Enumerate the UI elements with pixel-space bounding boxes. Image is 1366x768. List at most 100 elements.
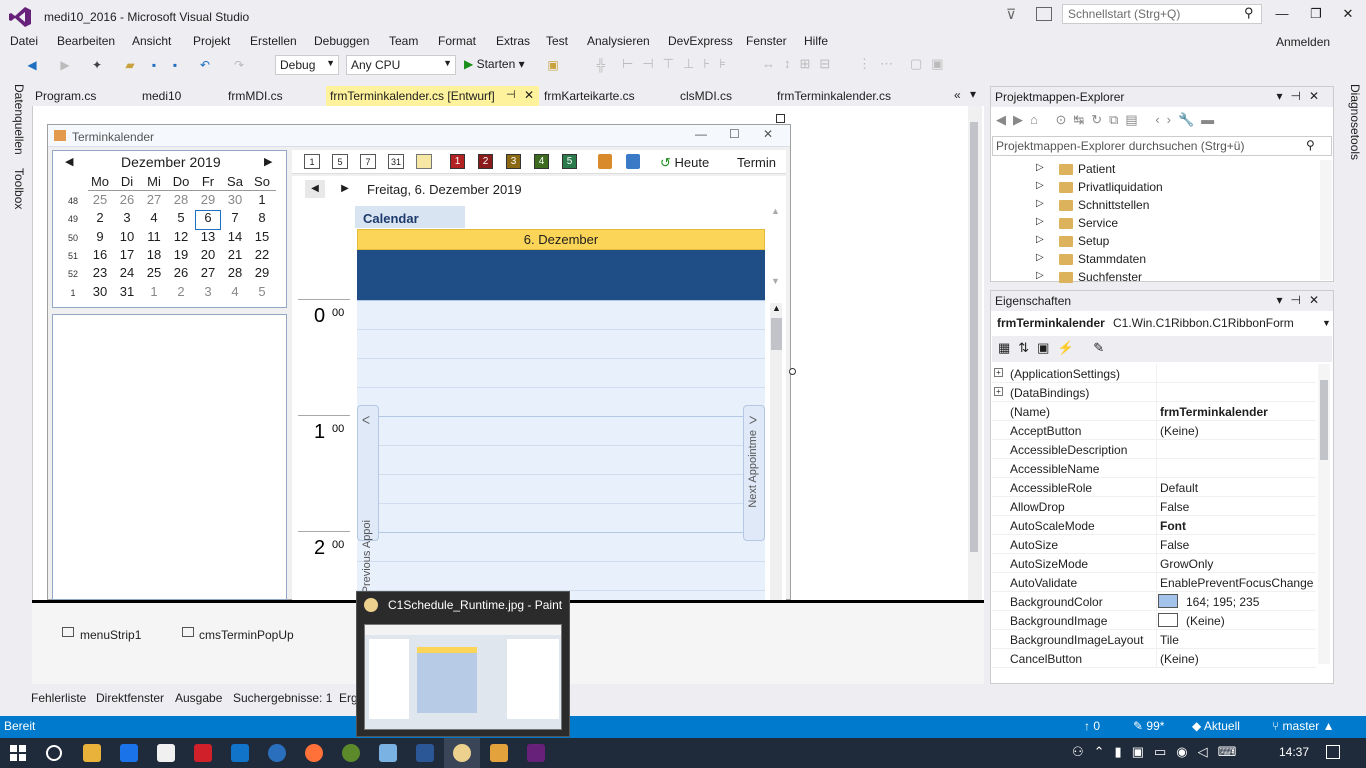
status-edits[interactable]: ✎ 99* [1133,719,1164,733]
menu-test[interactable]: Test [546,34,568,48]
remote-desktop-icon[interactable] [379,744,397,762]
today-button[interactable]: ↺ Heute [660,155,709,171]
tray-icons[interactable]: ⚇⌃▮▣▭◉◁⌨ [1072,744,1246,760]
day-cell[interactable]: 13 [195,229,221,244]
redo-icon[interactable]: ↷ [232,58,246,72]
quicklaunch-input[interactable]: Schnellstart (Strg+Q) [1062,4,1262,24]
view-icon[interactable]: 31 [388,154,404,169]
tree-item-folder[interactable]: Suchfenster [1078,270,1142,284]
appointment-button[interactable]: Termin [737,155,776,170]
search-icon[interactable]: ⚲ [1306,138,1315,152]
tray-cmsterminpopup[interactable]: cmsTerminPopUp [199,628,294,642]
day-cell[interactable]: 30 [87,284,113,299]
allday-scroll[interactable]: ▲ ▼ [771,206,781,296]
word-icon[interactable] [416,744,434,762]
tree-item-folder[interactable]: Stammdaten [1078,252,1146,266]
status-repo[interactable]: ◆ Aktuell [1192,719,1240,733]
tree-item-folder[interactable]: Schnittstellen [1078,198,1149,212]
spacing-icons[interactable]: ⋮⋯ [858,56,902,72]
resize-handle[interactable] [776,114,785,123]
day-cell[interactable]: 25 [87,192,113,207]
close-button[interactable]: ✕ [1338,6,1358,24]
all-day-area[interactable] [357,250,765,300]
view-icon[interactable]: 5 [332,154,348,169]
property-row[interactable]: AccessibleName [992,459,1316,478]
label-color-icon[interactable]: 5 [562,154,577,169]
solution-toolbar-icons[interactable]: ◀▶⌂ ⊙↹↻⧉▤ ‹›🔧▬ [996,112,1221,128]
save-icon[interactable]: ▪ [147,58,161,72]
property-value[interactable]: EnablePreventFocusChange [1160,576,1313,590]
day-cell[interactable]: 30 [222,192,248,207]
properties-scroll-thumb[interactable] [1320,380,1328,460]
property-row[interactable]: AcceptButton (Keine) [992,421,1316,440]
day-cell[interactable]: 31 [114,284,140,299]
property-value[interactable]: False [1160,538,1189,552]
day-cell[interactable]: 23 [87,265,113,280]
menu-format[interactable]: Format [438,34,476,48]
minimize-button[interactable]: — [1272,6,1292,24]
signin-link[interactable]: Anmelden [1276,35,1330,49]
tab-datenquellen[interactable]: Datenquellen [6,84,26,155]
tree-item-folder[interactable]: Privatliquidation [1078,180,1163,194]
visual-studio-task-icon[interactable] [527,744,545,762]
expand-arrow-icon[interactable]: ▷ [1036,252,1044,263]
tab-medi10[interactable]: medi10 [142,89,181,103]
panel-controls-icons[interactable]: ▾⊣✕ [1276,89,1327,103]
property-value[interactable]: frmTerminkalender [1160,405,1268,419]
tab-suchergebnisse[interactable]: Suchergebnisse: 1 [233,691,332,705]
day-scroll-thumb[interactable] [771,318,782,350]
day-cell[interactable]: 12 [168,229,194,244]
day-cell[interactable]: 16 [87,247,113,262]
day-cell[interactable]: 27 [141,192,167,207]
start-button[interactable]: ▶ Starten ▾ [464,57,525,71]
day-cell[interactable]: 26 [114,192,140,207]
tab-diagnosetools[interactable]: Diagnosetools [1342,84,1362,160]
menu-fenster[interactable]: Fenster [746,34,787,48]
day-cell[interactable]: 28 [222,265,248,280]
windows-start-icon[interactable] [10,745,26,761]
property-row[interactable]: (Name) frmTerminkalender [992,402,1316,421]
cortana-icon[interactable] [46,745,62,761]
firefox-icon[interactable] [305,744,323,762]
day-cell[interactable]: 29 [195,192,221,207]
property-row[interactable]: CancelButton (Keine) [992,649,1316,668]
property-value[interactable]: Tile [1160,633,1179,647]
day-cell[interactable]: 22 [249,247,275,262]
property-row[interactable]: BackgroundImageLayout Tile [992,630,1316,649]
tab-frmterminkalender-cs[interactable]: frmTerminkalender.cs [777,89,891,103]
day-cell[interactable]: 4 [222,284,248,299]
configuration-select[interactable]: Debug ▼ [275,55,339,75]
status-up[interactable]: ↑ 0 [1084,719,1100,733]
feedback-icon[interactable] [1036,7,1052,21]
day-cell[interactable]: 2 [168,284,194,299]
expand-arrow-icon[interactable]: ▷ [1036,270,1044,281]
menu-debuggen[interactable]: Debuggen [314,34,369,48]
day-cell[interactable]: 25 [141,265,167,280]
properties-object-name[interactable]: frmTerminkalender [997,316,1105,330]
day-cell[interactable]: 14 [222,229,248,244]
day-cell[interactable]: 20 [195,247,221,262]
restore-button[interactable]: ❐ [1306,6,1326,24]
property-value[interactable]: Font [1160,519,1186,533]
align-grid-icon[interactable]: ╬ [594,58,608,72]
property-row[interactable]: AllowDrop False [992,497,1316,516]
menu-projekt[interactable]: Projekt [193,34,230,48]
tree-item-folder[interactable]: Service [1078,216,1118,230]
store-icon[interactable] [157,744,175,762]
property-row[interactable]: AutoSizeMode GrowOnly [992,554,1316,573]
chevron-down-icon[interactable]: ▼ [1322,318,1331,328]
next-month-icon[interactable]: ▶ [264,155,272,168]
solution-scrollbar[interactable] [1320,160,1332,280]
property-row[interactable]: AccessibleRole Default [992,478,1316,497]
work-week-icon[interactable] [416,154,432,169]
property-row[interactable]: AutoScaleMode Font [992,516,1316,535]
day-cell[interactable]: 9 [87,229,113,244]
order-icons[interactable]: ▢▣ [910,56,953,72]
menu-bearbeiten[interactable]: Bearbeiten [57,34,115,48]
menu-team[interactable]: Team [389,34,418,48]
tab-program-cs[interactable]: Program.cs [35,89,96,103]
property-row[interactable]: BackgroundColor 164; 195; 235 [992,592,1316,611]
day-cell[interactable]: 3 [114,210,140,225]
property-row[interactable]: + (ApplicationSettings) [992,364,1316,383]
tree-item-folder[interactable]: Patient [1078,162,1115,176]
